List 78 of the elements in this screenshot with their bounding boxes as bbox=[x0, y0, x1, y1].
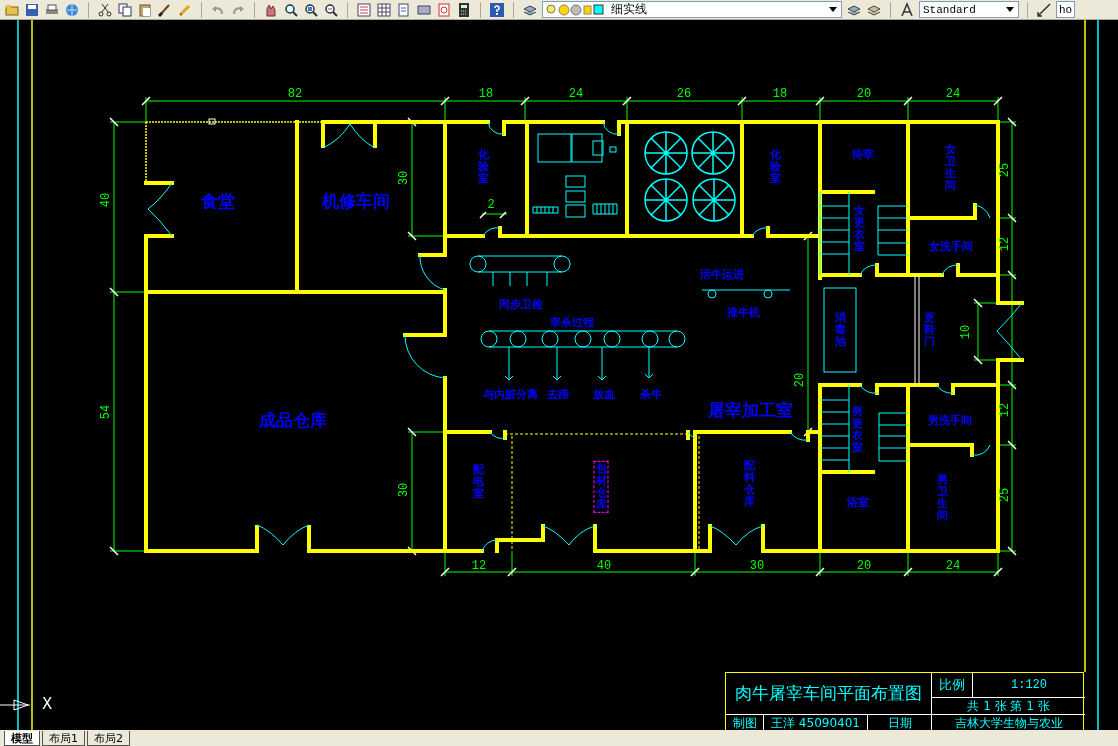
dimension-text: 40 bbox=[99, 192, 113, 208]
dimension-text: 24 bbox=[945, 559, 961, 573]
room-label: 消毒池 bbox=[834, 311, 846, 349]
room-label: 成品仓库 bbox=[259, 408, 327, 432]
layer-dropdown[interactable]: 细实线 bbox=[542, 1, 842, 18]
room-label: 配电室 bbox=[472, 463, 484, 501]
scissors-icon[interactable] bbox=[97, 1, 113, 18]
room-label: 配料仓库 bbox=[743, 459, 755, 509]
room-label: 杀牛 bbox=[640, 386, 662, 402]
dimension-text: 18 bbox=[772, 87, 788, 101]
calculator-icon[interactable] bbox=[456, 1, 472, 18]
dimension-text: 24 bbox=[945, 87, 961, 101]
dimension-text: 30 bbox=[749, 559, 765, 573]
dimension-text: 20 bbox=[856, 87, 872, 101]
layout-tab[interactable]: 布局2 bbox=[87, 731, 130, 746]
ucs-icon bbox=[0, 699, 31, 711]
dimension-text: 26 bbox=[676, 87, 692, 101]
layout-tab[interactable]: 模型 bbox=[4, 731, 40, 746]
room-label: 推牛机 bbox=[726, 304, 760, 320]
room-label: 去蹄 bbox=[547, 386, 569, 402]
room-label: 食堂 bbox=[201, 189, 235, 213]
dimension-text: 30 bbox=[397, 170, 411, 186]
dimension-style-field[interactable]: ho bbox=[1056, 1, 1076, 18]
zoom-previous-icon[interactable] bbox=[323, 1, 339, 18]
grid-icon[interactable] bbox=[376, 1, 392, 18]
help-icon[interactable] bbox=[489, 1, 505, 18]
dimension-text: 20 bbox=[793, 372, 807, 388]
room-label: 男更衣室 bbox=[851, 405, 863, 455]
room-label: 与内脏分离 bbox=[482, 386, 538, 402]
institution-name: 吉林大学生物与农业 bbox=[953, 715, 1064, 730]
dimension-text: 2 bbox=[487, 198, 495, 212]
axis-label: X bbox=[42, 697, 53, 712]
room-label: 化验室 bbox=[477, 148, 489, 186]
dimension-text: 30 bbox=[397, 482, 411, 498]
room-label: 屠宰加工室 bbox=[707, 398, 793, 422]
dimension-text: 82 bbox=[287, 87, 303, 101]
room-label: 女更衣室 bbox=[853, 204, 865, 254]
dimension-text: 24 bbox=[568, 87, 584, 101]
room-label: 男卫生间 bbox=[936, 473, 948, 523]
room-label: 浴室 bbox=[847, 494, 869, 510]
scale-value: 1:120 bbox=[973, 673, 1085, 698]
room-label: 活牛运进 bbox=[700, 266, 744, 282]
sheet-count: 共 1 张 第 1 张 bbox=[932, 698, 1085, 715]
document-icon[interactable] bbox=[396, 1, 412, 18]
drawing-title: 肉牛屠宰车间平面布置图 bbox=[726, 673, 932, 715]
properties-icon[interactable] bbox=[356, 1, 372, 18]
room-label: 宰杀过程 bbox=[550, 314, 594, 330]
dimension-text: 10 bbox=[959, 324, 973, 340]
scale-label: 比例 bbox=[932, 673, 973, 698]
dimension-text: 12 bbox=[998, 236, 1012, 252]
room-label: 女卫生间 bbox=[944, 143, 956, 193]
dimension-text: 18 bbox=[478, 87, 494, 101]
dimension-text: 12 bbox=[471, 559, 487, 573]
room-label: 男洗手间 bbox=[928, 412, 972, 428]
room-label: 女洗手间 bbox=[929, 238, 973, 254]
room-label: 待宰 bbox=[852, 146, 874, 162]
room-label: 同步卫检 bbox=[499, 296, 543, 312]
dimension-text: 54 bbox=[99, 404, 113, 420]
paste-icon[interactable] bbox=[137, 1, 153, 18]
room-label: 化验室 bbox=[769, 148, 781, 186]
zoom-window-icon[interactable] bbox=[303, 1, 319, 18]
copy-icon[interactable] bbox=[117, 1, 133, 18]
text-style-icon[interactable] bbox=[899, 1, 915, 18]
dimension-text: 20 bbox=[856, 559, 872, 573]
room-label: 机修车间 bbox=[322, 189, 390, 213]
text-style-dropdown[interactable]: Standard bbox=[919, 1, 1019, 18]
layout-tab[interactable]: 布局1 bbox=[42, 731, 85, 746]
zoom-icon[interactable] bbox=[283, 1, 299, 18]
dimension-text: 25 bbox=[998, 162, 1012, 178]
dimension-text: 40 bbox=[596, 559, 612, 573]
globe-icon[interactable] bbox=[64, 1, 80, 18]
dimension-text: 12 bbox=[998, 402, 1012, 418]
room-label: 更鞋门 bbox=[923, 311, 935, 349]
room-label: 包材仓库 bbox=[595, 462, 607, 512]
save-icon[interactable] bbox=[24, 1, 40, 18]
layer-state-icons bbox=[545, 2, 605, 17]
dimension-text: 25 bbox=[998, 487, 1012, 503]
room-label: 放血 bbox=[593, 386, 615, 402]
